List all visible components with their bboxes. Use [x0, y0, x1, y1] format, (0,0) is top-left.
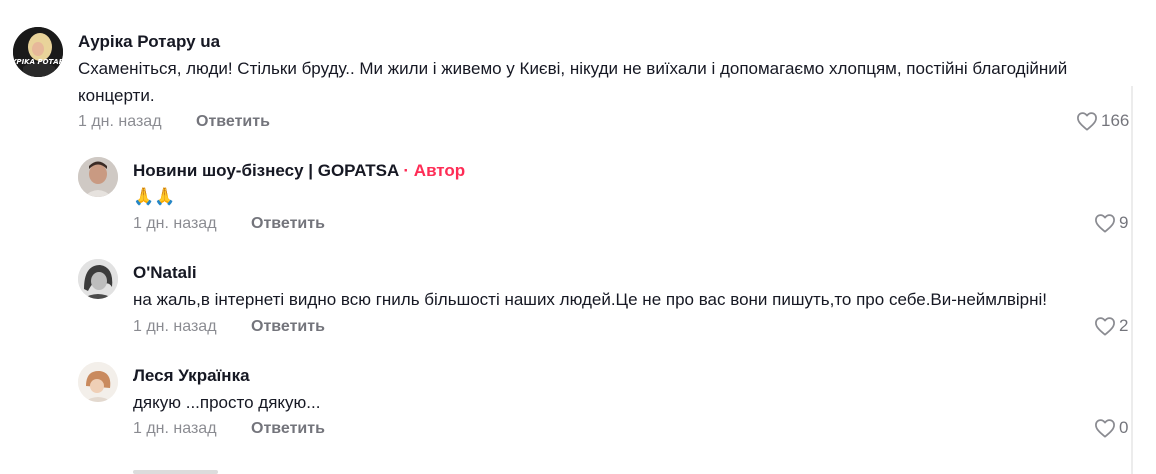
avatar[interactable] — [78, 259, 118, 299]
like-button[interactable]: 2 — [1094, 316, 1128, 336]
reply-author-link[interactable]: Новини шоу-бізнесу | GOPATSA — [133, 161, 399, 180]
comments-panel: AYPIKA РОТАРУ Аурiка Ротару ua Схаменіть… — [0, 0, 1156, 474]
reply-text: дякую ...просто дякую... — [133, 393, 321, 412]
avatar[interactable] — [78, 157, 118, 197]
reply-timestamp: 1 дн. назад — [133, 420, 217, 437]
avatar-image — [78, 157, 118, 197]
avatar-image: AYPIKA РОТАРУ — [13, 27, 63, 77]
reply-timestamp: 1 дн. назад — [133, 215, 217, 232]
reply-author-name[interactable]: Леся Українка — [133, 366, 250, 386]
reply-button[interactable]: Ответить — [251, 318, 325, 336]
reply-text: на жаль,в інтернеті видно всю гниль біль… — [133, 290, 1048, 309]
reply-author-name[interactable]: O'Natali — [133, 263, 197, 283]
heart-outline-icon — [1076, 111, 1098, 131]
reply-button[interactable]: Ответить — [196, 113, 270, 131]
comment-text: Схаменіться, люди! Стільки бруду.. Ми жи… — [78, 59, 1068, 105]
like-count: 166 — [1101, 111, 1130, 130]
like-button[interactable]: 166 — [1076, 111, 1129, 131]
next-reply-partial — [133, 462, 218, 474]
like-button[interactable]: 0 — [1094, 418, 1128, 438]
comment-author-name[interactable]: Аурiка Ротару ua — [78, 32, 220, 52]
avatar[interactable]: AYPIKA РОТАРУ — [13, 27, 63, 77]
author-separator: · — [403, 161, 410, 180]
like-button[interactable]: 9 — [1094, 213, 1128, 233]
heart-outline-icon — [1094, 418, 1116, 438]
avatar[interactable] — [78, 362, 118, 402]
scrollbar-track[interactable] — [1131, 86, 1133, 474]
like-count: 0 — [1119, 418, 1129, 437]
comment-timestamp: 1 дн. назад — [78, 113, 162, 130]
avatar-image — [78, 362, 118, 402]
reply-timestamp: 1 дн. назад — [133, 318, 217, 335]
reply-button[interactable]: Ответить — [251, 420, 325, 438]
heart-outline-icon — [1094, 213, 1116, 233]
author-badge: Автор — [413, 161, 466, 180]
reply-author-name: Новини шоу-бізнесу | GOPATSA · Автор — [133, 161, 465, 181]
reply-text: 🙏🙏 — [133, 187, 176, 206]
svg-text:AYPIKA РОТАРУ: AYPIKA РОТАРУ — [13, 58, 63, 66]
avatar-image — [78, 259, 118, 299]
heart-outline-icon — [1094, 316, 1116, 336]
like-count: 9 — [1119, 213, 1129, 232]
reply-button[interactable]: Ответить — [251, 215, 325, 233]
like-count: 2 — [1119, 316, 1129, 335]
